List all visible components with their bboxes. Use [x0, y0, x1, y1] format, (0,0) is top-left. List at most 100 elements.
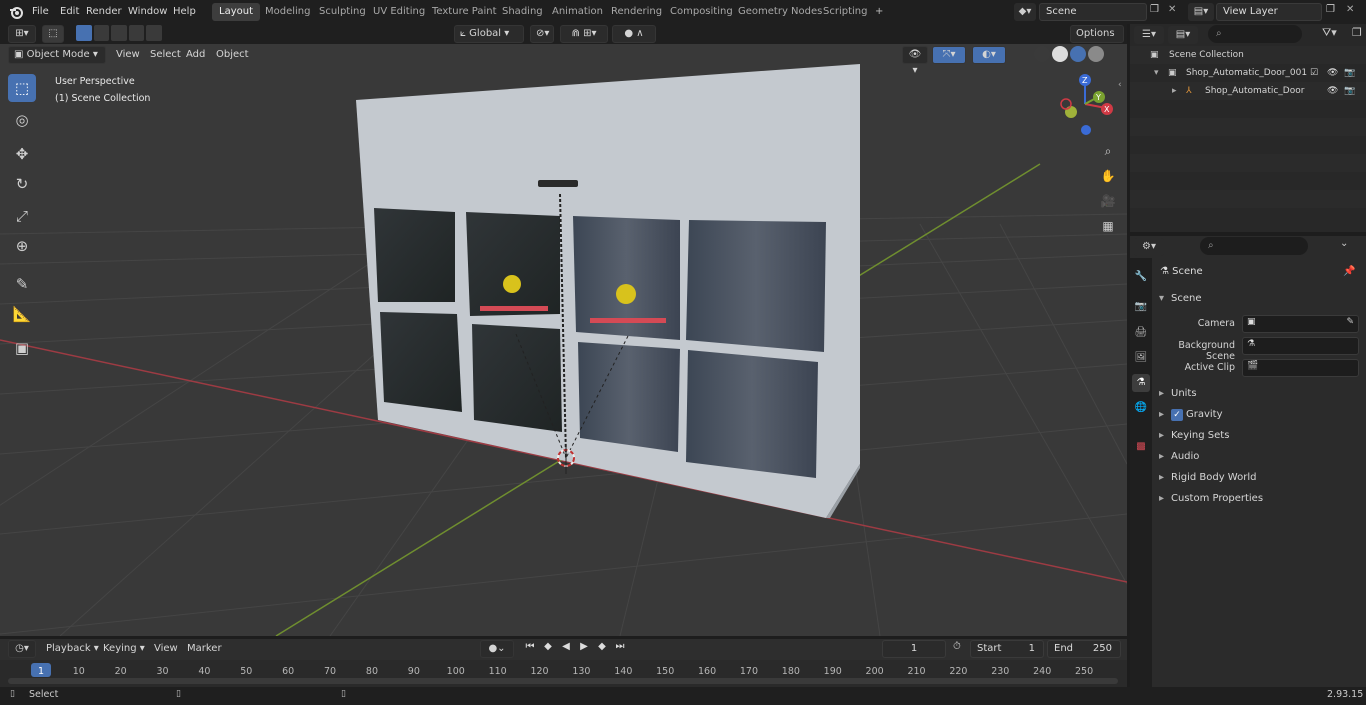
- world-tab-icon[interactable]: 🌐: [1132, 399, 1150, 417]
- output-tab-icon[interactable]: 🖨: [1132, 324, 1150, 342]
- filter-icon[interactable]: ⛛▾: [1322, 26, 1348, 44]
- record-icon[interactable]: ●⌄: [480, 640, 514, 658]
- cursor-tool-icon[interactable]: ◎: [8, 106, 36, 134]
- pin-icon[interactable]: 📌: [1343, 266, 1355, 277]
- transform-orientation-dropdown[interactable]: ⟀ Global ▾: [454, 25, 524, 43]
- view-layer-browse-icon[interactable]: ▤▾: [1188, 3, 1214, 21]
- timeline-menu-view[interactable]: View: [150, 641, 182, 657]
- menu-window[interactable]: Window: [124, 4, 171, 20]
- tab-texture-paint[interactable]: Texture Paint: [425, 3, 504, 21]
- panel-audio[interactable]: ▸ Audio: [1154, 447, 1366, 467]
- timeline-menu-keying[interactable]: Keying ▾: [99, 641, 149, 657]
- viewport-menu-object[interactable]: Object: [212, 47, 253, 63]
- scene-section-header[interactable]: ▾ Scene: [1154, 289, 1366, 309]
- material-preview-icon[interactable]: [1070, 46, 1086, 62]
- outliner-search-icon[interactable]: ⌕: [1208, 25, 1302, 43]
- scene-field[interactable]: Scene: [1039, 3, 1147, 21]
- mode-invert-icon[interactable]: [128, 25, 145, 41]
- tab-rendering[interactable]: Rendering: [604, 3, 669, 21]
- pan-hand-icon[interactable]: ✋: [1097, 165, 1119, 187]
- menu-edit[interactable]: Edit: [56, 4, 83, 20]
- mode-extend-icon[interactable]: [93, 25, 110, 41]
- overlay-toggle-icon[interactable]: ◐▾: [972, 46, 1006, 64]
- panel-rigid-body-world[interactable]: ▸ Rigid Body World: [1154, 468, 1366, 488]
- sidebar-toggle-icon[interactable]: ‹: [1118, 80, 1122, 90]
- ortho-grid-icon[interactable]: ▦: [1097, 215, 1119, 237]
- tab-layout[interactable]: Layout: [212, 3, 260, 21]
- panel-gravity[interactable]: ▸ ✓ Gravity: [1154, 405, 1366, 425]
- mode-new-icon[interactable]: [76, 25, 92, 41]
- outliner-editor-icon[interactable]: ☰▾: [1134, 26, 1164, 44]
- panel-units[interactable]: ▸ Units: [1154, 384, 1366, 404]
- timeline-editor-icon[interactable]: ◷▾: [8, 640, 36, 658]
- menu-render[interactable]: Render: [82, 4, 126, 20]
- prev-keyframe-icon[interactable]: ◆: [540, 641, 556, 657]
- editor-type-icon[interactable]: ⊞▾: [8, 25, 36, 43]
- play-icon[interactable]: ▶: [576, 641, 592, 657]
- tab-scripting[interactable]: Scripting: [816, 3, 874, 21]
- next-keyframe-icon[interactable]: ◆: [594, 641, 610, 657]
- current-frame-field[interactable]: 1: [882, 640, 946, 658]
- mode-subtract-icon[interactable]: [111, 25, 127, 41]
- menu-help[interactable]: Help: [169, 4, 200, 20]
- camera-view-icon[interactable]: 🎥: [1097, 190, 1119, 212]
- display-mode-icon[interactable]: ▤▾: [1168, 26, 1198, 44]
- tab-sculpting[interactable]: Sculpting: [312, 3, 373, 21]
- tab-geometry-nodes[interactable]: Geometry Nodes: [731, 3, 829, 21]
- eye-icon[interactable]: 👁: [1327, 82, 1338, 100]
- start-frame-field[interactable]: Start 1: [970, 640, 1044, 658]
- close-icon[interactable]: ✕: [1346, 4, 1360, 18]
- blender-logo-icon[interactable]: [8, 4, 24, 20]
- view-layer-field[interactable]: View Layer: [1216, 3, 1322, 21]
- play-reverse-icon[interactable]: ◀: [558, 641, 574, 657]
- wireframe-icon[interactable]: [1034, 46, 1050, 62]
- pivot-icon[interactable]: ⊘▾: [530, 25, 554, 43]
- properties-search-icon[interactable]: ⌕: [1200, 237, 1308, 255]
- select-tool-icon[interactable]: ⬚: [8, 74, 36, 102]
- viewport-menu-add[interactable]: Add: [182, 47, 209, 63]
- view-layer-tab-icon[interactable]: 🖼: [1132, 349, 1150, 367]
- proportional-edit-icon[interactable]: ● ∧: [612, 25, 656, 43]
- scene-tab-icon[interactable]: ⚗: [1132, 374, 1150, 392]
- tab-shading[interactable]: Shading: [495, 3, 550, 21]
- eye-icon[interactable]: 👁: [1327, 64, 1338, 82]
- timeline-menu-playback[interactable]: Playback ▾: [42, 641, 103, 657]
- scale-tool-icon[interactable]: ⤢: [8, 202, 36, 230]
- texture-tab-icon[interactable]: ▩: [1132, 438, 1150, 456]
- navigation-gizmo[interactable]: Z X Y: [1052, 72, 1118, 142]
- annotate-tool-icon[interactable]: ✎: [8, 270, 36, 298]
- camera-field[interactable]: ▣ ✎: [1242, 315, 1359, 333]
- camera-icon[interactable]: 📷: [1344, 82, 1355, 100]
- move-tool-icon[interactable]: ✥: [8, 140, 36, 168]
- active-clip-field[interactable]: 🎬: [1242, 359, 1359, 377]
- add-cube-tool-icon[interactable]: ▣: [8, 334, 36, 362]
- checkbox-icon[interactable]: ☑: [1310, 64, 1318, 82]
- gravity-checkbox[interactable]: ✓: [1171, 409, 1183, 421]
- transform-tool-icon[interactable]: ⊕: [8, 232, 36, 260]
- tab-modeling[interactable]: Modeling: [258, 3, 318, 21]
- outliner-row-collection[interactable]: ▾ ▣ Shop_Automatic_Door_001 ☑ 👁 📷: [1130, 64, 1366, 82]
- rotate-tool-icon[interactable]: ↻: [8, 170, 36, 198]
- panel-keying-sets[interactable]: ▸ Keying Sets: [1154, 426, 1366, 446]
- timeline-menu-marker[interactable]: Marker: [183, 641, 226, 657]
- viewport-menu-select[interactable]: Select: [146, 47, 185, 63]
- mode-dropdown[interactable]: ▣ Object Mode ▾: [8, 46, 106, 64]
- expand-chevron-icon[interactable]: ▾: [1154, 64, 1159, 82]
- tab-uv-editing[interactable]: UV Editing: [366, 3, 432, 21]
- properties-editor-icon[interactable]: ⚙▾: [1134, 238, 1164, 256]
- select-box-icon[interactable]: ⬚: [42, 25, 64, 43]
- zoom-icon[interactable]: ⌕: [1097, 140, 1119, 162]
- options-dropdown[interactable]: Options ▾: [1070, 25, 1124, 55]
- gizmo-toggle-icon[interactable]: ⤧▾: [932, 46, 966, 64]
- solid-icon[interactable]: [1052, 46, 1068, 62]
- outliner-row-object[interactable]: ▸ ⅄ Shop_Automatic_Door 👁 📷: [1130, 82, 1366, 100]
- jump-end-icon[interactable]: ⏭: [612, 641, 628, 657]
- viewport-menu-view[interactable]: View: [112, 47, 144, 63]
- snap-icon[interactable]: ⋒ ⊞▾: [560, 25, 608, 43]
- chevron-down-icon[interactable]: ⌄: [1340, 238, 1358, 256]
- expand-chevron-icon[interactable]: ▸: [1172, 82, 1177, 100]
- new-collection-icon[interactable]: ❐: [1352, 26, 1364, 44]
- stopwatch-icon[interactable]: ⏱: [953, 641, 961, 652]
- background-scene-field[interactable]: ⚗: [1242, 337, 1359, 355]
- add-workspace-icon[interactable]: +: [868, 3, 890, 21]
